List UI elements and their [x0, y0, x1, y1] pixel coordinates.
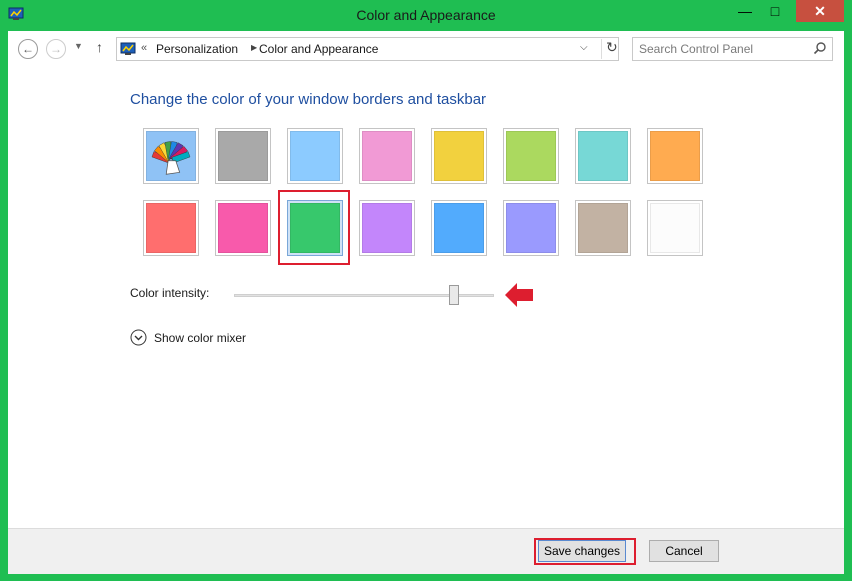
color-swatch[interactable]	[503, 128, 559, 184]
save-changes-button[interactable]: Save changes	[538, 540, 626, 562]
color-intensity-label: Color intensity:	[130, 286, 210, 300]
color-swatch[interactable]	[359, 128, 415, 184]
color-swatch-fill	[218, 203, 268, 253]
up-button[interactable]: ↑	[96, 39, 103, 55]
color-swatch[interactable]	[143, 200, 199, 256]
window-title: Color and Appearance	[356, 7, 496, 23]
color-swatch-fill	[362, 131, 412, 181]
color-swatch-fill	[146, 203, 196, 253]
color-swatch-fill	[578, 203, 628, 253]
color-swatch-fill	[506, 203, 556, 253]
breadcrumb-color-and-appearance[interactable]: Color and Appearance	[259, 42, 378, 56]
color-intensity-slider-thumb[interactable]	[449, 285, 459, 305]
color-swatch[interactable]	[575, 200, 631, 256]
color-swatch-fill	[578, 131, 628, 181]
annotation-arrow-icon	[505, 283, 533, 307]
title-bar[interactable]: Color and Appearance — □ ✕	[0, 0, 852, 31]
client-area: ← → ▼ ↑ « Personalization ▶ Color and Ap…	[8, 31, 844, 574]
color-swatch-fill	[218, 131, 268, 181]
address-dropdown-button[interactable]: ⌵	[580, 42, 588, 53]
color-swatch-fill	[290, 203, 340, 253]
page-heading: Change the color of your window borders …	[130, 91, 487, 108]
color-swatch[interactable]	[215, 128, 271, 184]
refresh-button[interactable]: ↻	[601, 39, 618, 59]
color-palette-icon	[151, 141, 191, 175]
color-appearance-window: Color and Appearance — □ ✕ ← → ▼ ↑ « Per…	[0, 0, 852, 581]
color-swatch-fill	[650, 131, 700, 181]
color-swatch[interactable]	[503, 200, 559, 256]
color-swatch[interactable]	[215, 200, 271, 256]
search-box[interactable]	[632, 37, 833, 61]
color-swatch[interactable]	[431, 128, 487, 184]
recent-locations-button[interactable]: ▼	[74, 41, 83, 51]
color-swatch[interactable]	[287, 128, 343, 184]
navigation-bar: ← → ▼ ↑ « Personalization ▶ Color and Ap…	[8, 31, 844, 67]
color-swatch[interactable]	[359, 200, 415, 256]
color-swatch-fill	[650, 203, 700, 253]
forward-button[interactable]: →	[46, 39, 66, 59]
color-swatch-fill	[362, 203, 412, 253]
color-swatch[interactable]	[143, 128, 199, 184]
footer-bar: Save changes Cancel	[8, 528, 844, 574]
color-swatch-fill	[146, 131, 196, 181]
search-input[interactable]	[639, 42, 809, 56]
show-color-mixer-label[interactable]: Show color mixer	[154, 331, 246, 345]
maximize-button[interactable]: □	[760, 0, 790, 22]
color-swatch-fill	[434, 203, 484, 253]
close-button[interactable]: ✕	[796, 0, 844, 22]
breadcrumb-personalization[interactable]: Personalization	[156, 42, 238, 56]
search-icon[interactable]	[813, 41, 827, 55]
minimize-button[interactable]: —	[730, 0, 760, 22]
color-swatch[interactable]	[431, 200, 487, 256]
control-panel-icon	[120, 42, 136, 55]
color-swatch-fill	[290, 131, 340, 181]
color-swatch[interactable]	[647, 128, 703, 184]
breadcrumb-separator-icon[interactable]: ▶	[251, 43, 257, 52]
cancel-button[interactable]: Cancel	[649, 540, 719, 562]
address-bar[interactable]: « Personalization ▶ Color and Appearance…	[116, 37, 619, 61]
chevron-down-circle-icon[interactable]	[130, 329, 147, 346]
color-swatch[interactable]	[647, 200, 703, 256]
back-button[interactable]: ←	[18, 39, 38, 59]
color-swatch-fill	[434, 131, 484, 181]
color-swatch[interactable]	[575, 128, 631, 184]
color-swatch[interactable]	[287, 200, 343, 256]
color-swatch-fill	[506, 131, 556, 181]
address-overflow-chevron[interactable]: «	[141, 42, 147, 54]
